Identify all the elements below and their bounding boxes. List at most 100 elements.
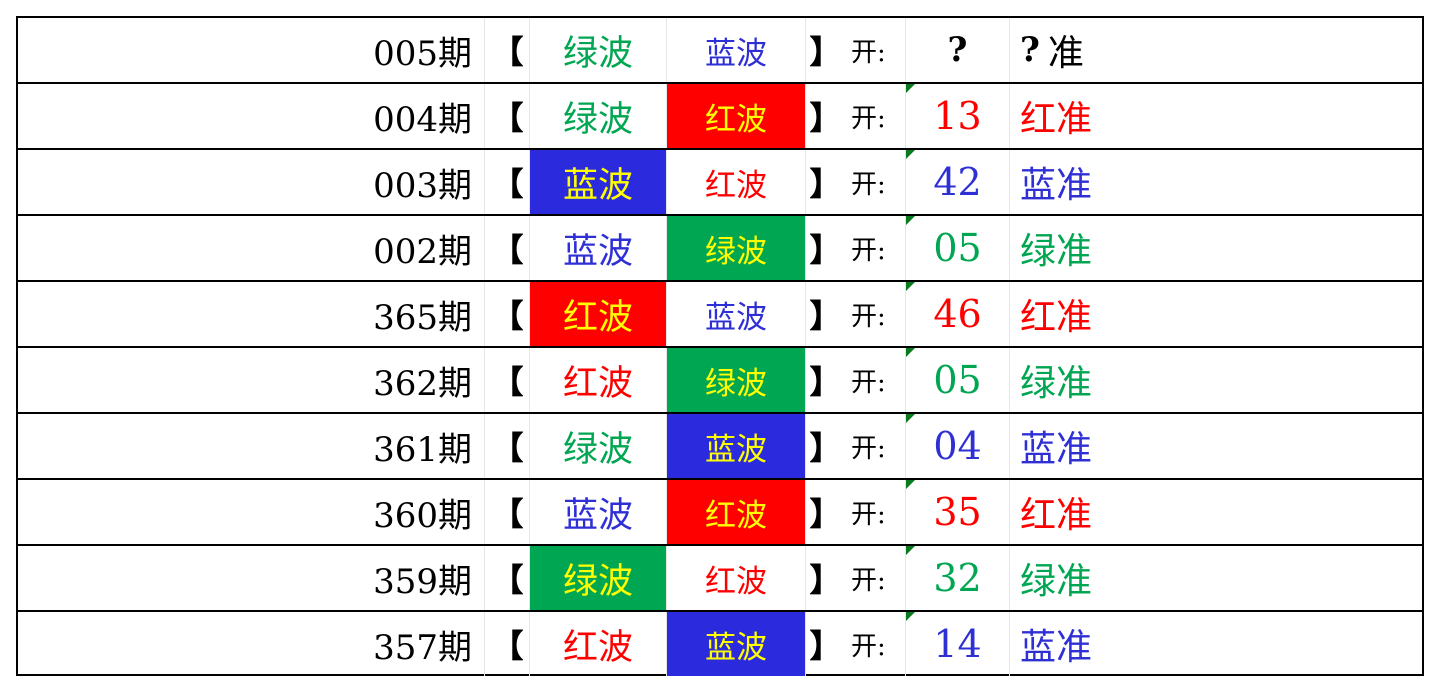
open-label: 开: — [851, 169, 886, 200]
result-label: 红准 — [1009, 282, 1209, 346]
result-text: 红准 — [1020, 297, 1093, 338]
left-bracket: 【 — [484, 84, 530, 148]
result-label: 绿准 — [1009, 216, 1209, 280]
right-bracket: 】 — [805, 480, 845, 544]
open-label: 开: — [851, 235, 886, 266]
result-text: 红准 — [1020, 99, 1093, 140]
result-label: 红准 — [1009, 84, 1209, 148]
drawn-number: 05 — [905, 348, 1009, 412]
right-bracket: 】 — [805, 84, 845, 148]
result-text: 蓝准 — [1020, 627, 1093, 668]
result-label: 蓝准 — [1009, 150, 1209, 214]
drawn-number: 46 — [905, 282, 1009, 346]
cell-comment-marker-icon — [906, 348, 915, 357]
wave-pick-2: 蓝波 — [666, 414, 805, 478]
wave-pick-2: 绿波 — [666, 216, 805, 280]
cell-comment-marker-icon — [906, 216, 915, 225]
wave-pick-2: 红波 — [666, 480, 805, 544]
wave-pick-1: 红波 — [529, 282, 666, 346]
prediction-table: 005期【绿波 蓝波】开:?? 准 004期【绿波 红波】开: 13 红准 003期【蓝波红… — [16, 16, 1424, 676]
period-label: 359期 — [373, 561, 472, 602]
right-bracket: 】 — [805, 18, 845, 82]
period-label: 365期 — [373, 297, 472, 338]
cell-comment-marker-icon — [906, 414, 915, 423]
result-label: 蓝准 — [1009, 414, 1209, 478]
wave-pick-1: 绿波 — [529, 18, 666, 82]
drawn-number: 04 — [905, 414, 1009, 478]
table-row: 361期【绿波 蓝波】开: 04 蓝准 — [18, 412, 1422, 478]
open-label: 开: — [851, 565, 886, 596]
table-row: 365期【红波 蓝波】开: 46 红准 — [18, 280, 1422, 346]
table-row: 362期【红波 绿波】开: 05 绿准 — [18, 346, 1422, 412]
drawn-number: ? — [905, 18, 1009, 82]
wave-pick-2: 红波 — [666, 546, 805, 610]
wave-pick-1: 红波 — [529, 612, 666, 676]
result-label: ? 准 — [1009, 18, 1209, 82]
period-label: 005期 — [373, 33, 472, 74]
table-row: 002期【蓝波 绿波】开: 05 绿准 — [18, 214, 1422, 280]
left-bracket: 【 — [484, 480, 530, 544]
wave-pick-1: 红波 — [529, 348, 666, 412]
period-label: 004期 — [373, 99, 472, 140]
result-text: 准 — [1047, 33, 1084, 74]
left-bracket: 【 — [484, 546, 530, 610]
open-label: 开: — [851, 631, 886, 662]
left-bracket: 【 — [484, 612, 530, 676]
result-label: 绿准 — [1009, 546, 1209, 610]
result-text: 绿准 — [1020, 363, 1093, 404]
table-row: 357期【红波 蓝波】开: 14 蓝准 — [18, 610, 1422, 676]
left-bracket: 【 — [484, 414, 530, 478]
drawn-number: 13 — [905, 84, 1009, 148]
result-text: 蓝准 — [1020, 165, 1093, 206]
cell-comment-marker-icon — [906, 282, 915, 291]
result-text: 红准 — [1020, 495, 1093, 536]
cell-comment-marker-icon — [906, 480, 915, 489]
left-bracket: 【 — [484, 216, 530, 280]
result-prefix: ? — [1020, 30, 1040, 70]
right-bracket: 】 — [805, 612, 845, 676]
result-label: 蓝准 — [1009, 612, 1209, 676]
right-bracket: 】 — [805, 150, 845, 214]
right-bracket: 】 — [805, 348, 845, 412]
cell-comment-marker-icon — [906, 84, 915, 93]
left-bracket: 【 — [484, 150, 530, 214]
wave-pick-1: 绿波 — [529, 414, 666, 478]
open-label: 开: — [851, 301, 886, 332]
left-bracket: 【 — [484, 282, 530, 346]
right-bracket: 】 — [805, 414, 845, 478]
table-row: 003期【蓝波 红波】开: 42 蓝准 — [18, 148, 1422, 214]
wave-pick-2: 蓝波 — [666, 18, 805, 82]
right-bracket: 】 — [805, 546, 845, 610]
wave-pick-2: 红波 — [666, 84, 805, 148]
wave-pick-1: 蓝波 — [529, 216, 666, 280]
cell-comment-marker-icon — [906, 546, 915, 555]
period-label: 002期 — [373, 231, 472, 272]
wave-pick-1: 绿波 — [529, 546, 666, 610]
wave-pick-1: 蓝波 — [529, 480, 666, 544]
open-label: 开: — [851, 499, 886, 530]
drawn-number: 35 — [905, 480, 1009, 544]
result-text: 蓝准 — [1020, 429, 1093, 470]
open-label: 开: — [851, 433, 886, 464]
table-row: 005期【绿波 蓝波】开:?? 准 — [18, 18, 1422, 82]
right-bracket: 】 — [805, 216, 845, 280]
cell-comment-marker-icon — [906, 150, 915, 159]
result-label: 绿准 — [1009, 348, 1209, 412]
wave-pick-2: 绿波 — [666, 348, 805, 412]
period-label: 357期 — [373, 627, 472, 668]
period-label: 361期 — [373, 429, 472, 470]
open-label: 开: — [851, 37, 886, 68]
wave-pick-1: 绿波 — [529, 84, 666, 148]
open-label: 开: — [851, 103, 886, 134]
table-row: 359期【绿波 红波】开: 32 绿准 — [18, 544, 1422, 610]
table-row: 360期【蓝波 红波】开: 35 红准 — [18, 478, 1422, 544]
table-row: 004期【绿波 红波】开: 13 红准 — [18, 82, 1422, 148]
wave-pick-2: 红波 — [666, 150, 805, 214]
period-label: 360期 — [373, 495, 472, 536]
result-text: 绿准 — [1020, 231, 1093, 272]
drawn-number: 05 — [905, 216, 1009, 280]
drawn-number: 14 — [905, 612, 1009, 676]
open-label: 开: — [851, 367, 886, 398]
drawn-number: 42 — [905, 150, 1009, 214]
result-text: 绿准 — [1020, 561, 1093, 602]
